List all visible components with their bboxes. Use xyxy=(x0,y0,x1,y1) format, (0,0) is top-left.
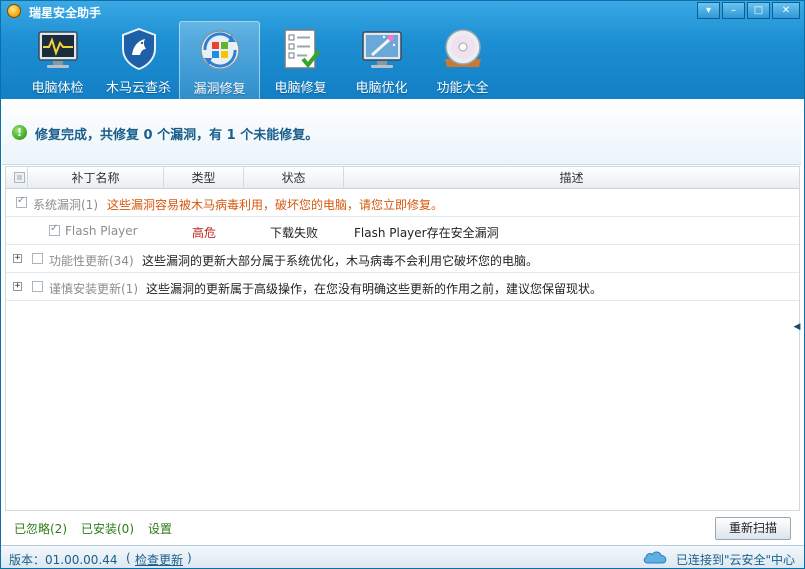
select-all-checkbox[interactable] xyxy=(14,172,25,183)
group-checkbox[interactable] xyxy=(16,195,27,208)
windows-update-icon xyxy=(199,30,240,70)
monitor-health-icon xyxy=(37,31,78,68)
nav-item-vuln-fix[interactable]: 漏洞修复 xyxy=(179,21,260,99)
close-button[interactable]: ✕ xyxy=(772,2,800,19)
installed-link[interactable]: 已安装(0) xyxy=(81,520,134,537)
nav-item-pc-optimize[interactable]: 电脑优化 xyxy=(341,21,422,99)
patch-desc: Flash Player存在安全漏洞 xyxy=(354,226,499,240)
group-desc: 这些漏洞的更新属于高级操作，在您没有明确这些更新的作用之前，建议您保留现状。 xyxy=(146,282,603,296)
check-update-link[interactable]: 检查更新 xyxy=(135,551,183,568)
patch-state: 下载失败 xyxy=(270,226,319,240)
expand-icon[interactable]: + xyxy=(13,254,22,263)
status-bar: 版本：01.00.00.44 ( 检查更新 ) 已连接到"云安全"中心 xyxy=(1,545,804,568)
app-title: 瑞星安全助手 xyxy=(29,6,102,20)
settings-link[interactable]: 设置 xyxy=(148,520,172,537)
nav-item-all-features[interactable]: 功能大全 xyxy=(422,21,503,99)
nav-label: 电脑优化 xyxy=(355,81,408,96)
column-header-type[interactable]: 类型 xyxy=(164,167,244,189)
nav-label: 电脑体检 xyxy=(31,81,84,96)
group-row-cautious-updates[interactable]: + 谨慎安装更新(1) 这些漏洞的更新属于高级操作，在您没有明确这些更新的作用之… xyxy=(6,273,799,301)
ignored-link[interactable]: 已忽略(2) xyxy=(14,520,67,537)
top-banner: 瑞星安全助手 ▾ – □ ✕ 电脑体检 木马云查杀 漏洞修复 电脑修复 电脑优化… xyxy=(1,1,804,99)
group-checkbox[interactable] xyxy=(32,281,43,292)
cloud-connection-status: 已连接到"云安全"中心 xyxy=(676,553,796,567)
group-desc: 这些漏洞的更新大部分属于系统优化，木马病毒不会利用它破坏您的电脑。 xyxy=(142,254,539,268)
item-checkbox[interactable] xyxy=(49,223,60,236)
version-label: 版本：01.00.00.44 xyxy=(9,553,118,567)
result-panel: ! 修复完成，共修复 0 个漏洞，有 1 个未能修复。 xyxy=(2,99,801,165)
minimize-button[interactable]: – xyxy=(722,2,745,19)
patch-type: 高危 xyxy=(192,226,217,240)
nav-item-pc-checkup[interactable]: 电脑体检 xyxy=(17,21,98,99)
column-header-name[interactable]: 补丁名称 xyxy=(28,167,164,189)
paren-close: ) xyxy=(187,551,192,565)
checklist-icon xyxy=(283,29,321,69)
monitor-wand-icon xyxy=(361,31,402,68)
nav-label: 漏洞修复 xyxy=(193,82,246,97)
group-title: 系统漏洞(1) xyxy=(33,198,98,212)
main-nav: 电脑体检 木马云查杀 漏洞修复 电脑修复 电脑优化 功能大全 xyxy=(17,21,503,99)
menu-dropdown-button[interactable]: ▾ xyxy=(697,2,720,19)
title-bar: 瑞星安全助手 ▾ – □ ✕ xyxy=(1,1,804,21)
header-select-all[interactable] xyxy=(6,167,28,189)
cloud-icon xyxy=(643,551,667,564)
nav-item-trojan-scan[interactable]: 木马云查杀 xyxy=(98,21,179,99)
patch-name: Flash Player xyxy=(65,224,138,238)
nav-label: 功能大全 xyxy=(436,81,489,96)
column-header-desc[interactable]: 描述 xyxy=(344,167,799,189)
column-header-state[interactable]: 状态 xyxy=(244,167,344,189)
group-title: 谨慎安装更新(1) xyxy=(49,282,138,296)
collapse-handle-icon[interactable]: ◀ xyxy=(792,319,802,335)
rising-logo-icon xyxy=(7,4,21,18)
app-window: 瑞星安全助手 ▾ – □ ✕ 电脑体检 木马云查杀 漏洞修复 电脑修复 电脑优化… xyxy=(0,0,805,569)
table-row[interactable]: Flash Player 高危 下载失败 Flash Player存在安全漏洞 xyxy=(6,217,799,245)
group-row-feature-updates[interactable]: + 功能性更新(34) 这些漏洞的更新大部分属于系统优化，木马病毒不会利用它破坏… xyxy=(6,245,799,273)
disc-icon xyxy=(444,29,481,67)
window-controls: ▾ – □ ✕ xyxy=(697,2,800,19)
result-message: 修复完成，共修复 0 个漏洞，有 1 个未能修复。 xyxy=(35,128,319,143)
footer-links: 已忽略(2) 已安装(0) 设置 xyxy=(14,520,172,537)
table-header: 补丁名称 类型 状态 描述 xyxy=(6,167,799,189)
patch-table: 补丁名称 类型 状态 描述 系统漏洞(1) 这些漏洞容易被木马病毒利用，破坏您的… xyxy=(5,166,800,511)
paren-open: ( xyxy=(126,551,131,565)
success-icon: ! xyxy=(12,125,27,140)
nav-item-pc-repair[interactable]: 电脑修复 xyxy=(260,21,341,99)
nav-label: 木马云查杀 xyxy=(105,81,171,96)
rescan-button[interactable]: 重新扫描 xyxy=(715,517,791,540)
shield-horse-icon xyxy=(121,27,156,71)
group-desc: 这些漏洞容易被木马病毒利用，破坏您的电脑，请您立即修复。 xyxy=(107,198,444,212)
group-checkbox[interactable] xyxy=(32,253,43,264)
nav-label: 电脑修复 xyxy=(274,81,327,96)
group-title: 功能性更新(34) xyxy=(49,254,134,268)
expand-icon[interactable]: + xyxy=(13,282,22,291)
maximize-button[interactable]: □ xyxy=(747,2,770,19)
group-row-system-vuln[interactable]: 系统漏洞(1) 这些漏洞容易被木马病毒利用，破坏您的电脑，请您立即修复。 xyxy=(6,189,799,217)
